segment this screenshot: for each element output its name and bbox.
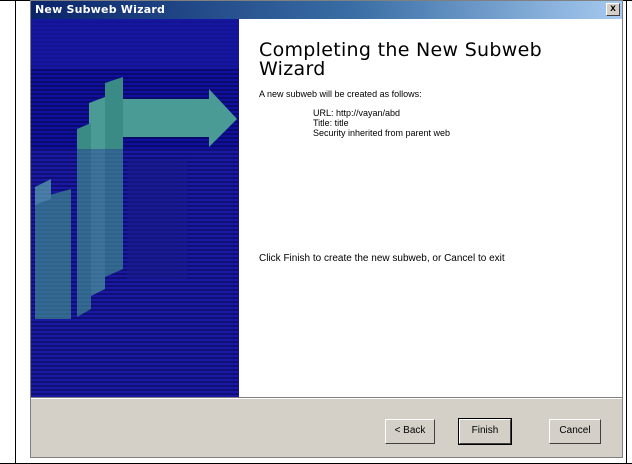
finish-button[interactable]: Finish [458, 418, 512, 445]
intro-text: A new subweb will be created as follows: [259, 89, 422, 99]
back-button[interactable]: < Back [385, 419, 435, 444]
close-button[interactable]: x [606, 3, 620, 16]
finish-instructions: Click Finish to create the new subweb, o… [259, 253, 505, 264]
banner-illustration [31, 19, 239, 397]
wizard-content: Completing the New Subweb Wizard A new s… [31, 19, 622, 397]
footer-separator-highlight [31, 398, 622, 399]
detail-url: URL: http://vayan/abd [313, 108, 401, 118]
wizard-banner-graphic [31, 19, 239, 397]
detail-security: Security inherited from parent web [313, 128, 451, 138]
frame-left-border [15, 0, 16, 464]
subweb-details: URL: http://vayan/abd Title: title Secur… [313, 108, 450, 138]
cancel-button[interactable]: Cancel [549, 419, 601, 444]
frame-right-border [626, 0, 627, 464]
page-title: Completing the New Subweb Wizard [259, 39, 542, 80]
window-title: New Subweb Wizard [35, 3, 166, 16]
title-bar[interactable]: New Subweb Wizard x [31, 1, 622, 19]
wizard-window: New Subweb Wizard x Completing the New S… [30, 0, 623, 458]
detail-title: Title: title [313, 118, 349, 128]
